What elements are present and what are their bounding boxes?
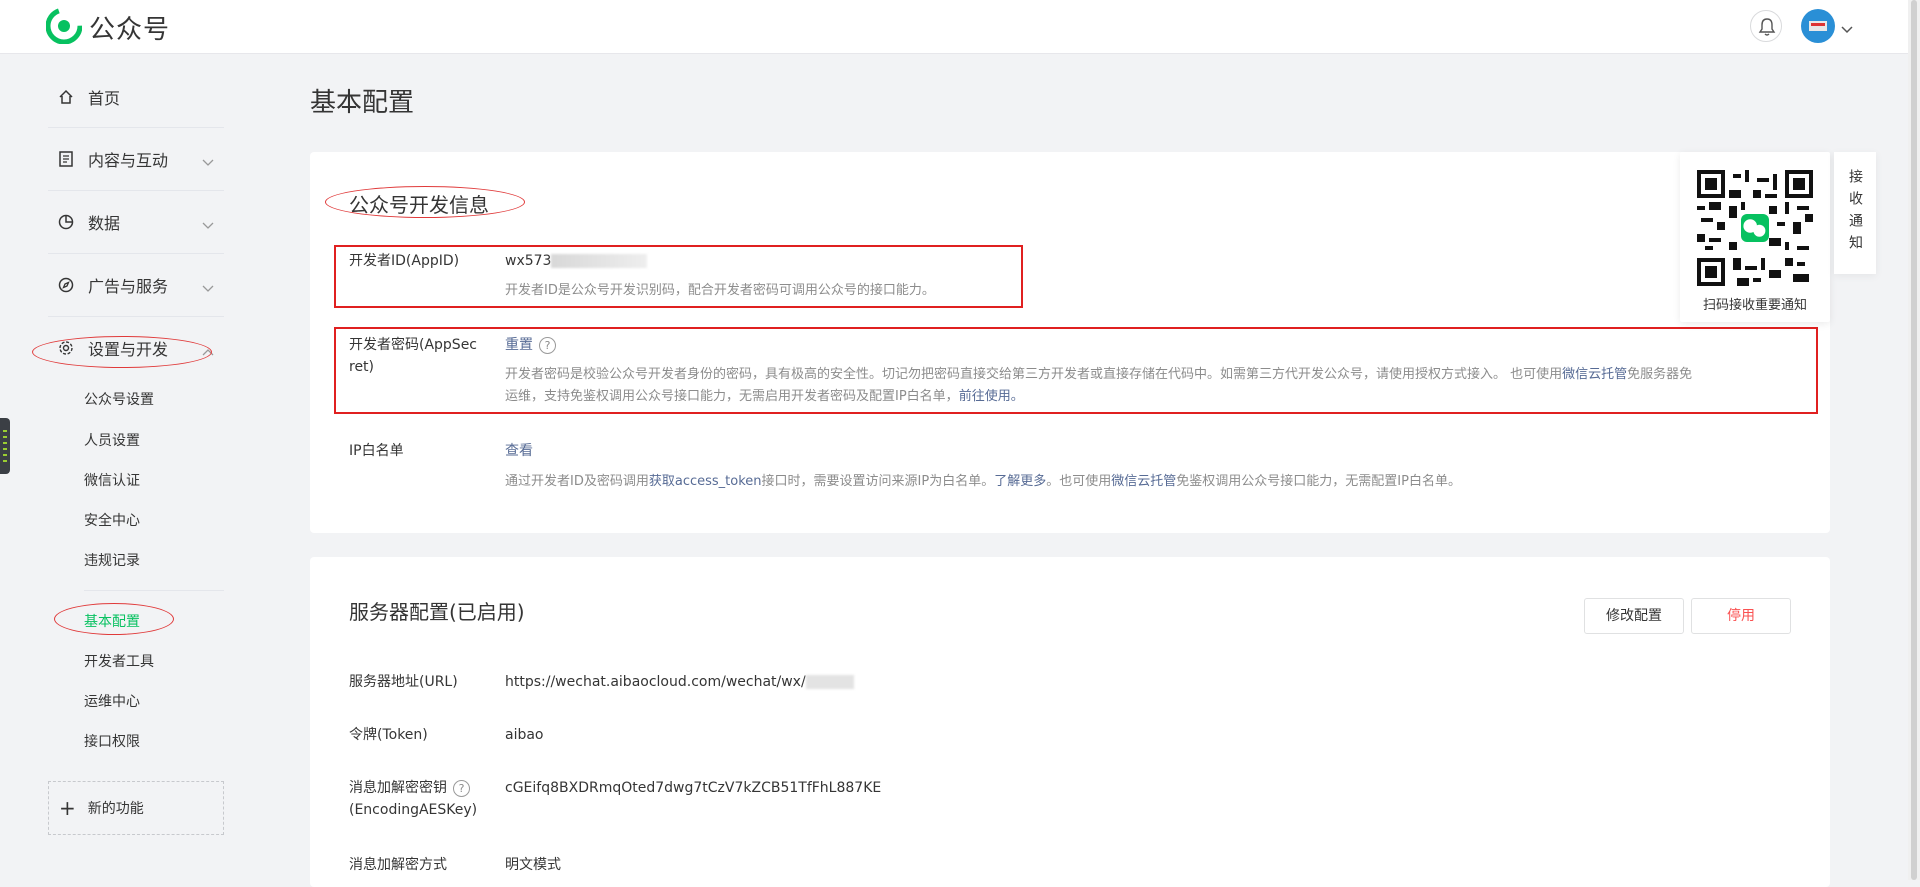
nav-item-label: 数据 — [88, 214, 121, 233]
divider — [84, 590, 224, 591]
plus-icon: + — [59, 796, 76, 820]
qr-notify-panel: 扫码接收重要通知 — [1680, 152, 1830, 322]
token-label: 令牌(Token) — [349, 727, 428, 743]
redacted-text — [551, 254, 648, 268]
secret-desc-text: 免服务器免 — [1627, 367, 1693, 382]
ip-desc-text: 。也可使用 — [1046, 474, 1112, 489]
chevron-down-icon — [202, 278, 214, 297]
sub-item-api-permissions[interactable]: 接口权限 — [84, 731, 140, 751]
learn-more-link[interactable]: 了解更多 — [994, 474, 1046, 489]
secret-desc-text: 开发者密码是校验公众号开发者身份的密码，具有极高的安全性。切记勿把密码直接交给第… — [505, 367, 1563, 382]
secret-label-line1: 开发者密码(AppSec — [349, 337, 478, 353]
sub-item-wechat-verification[interactable]: 微信认证 — [84, 470, 140, 490]
qr-caption: 扫码接收重要通知 — [1702, 298, 1807, 313]
token-value: aibao — [505, 727, 544, 743]
sidebar: 首页 内容与互动 数据 广告与服务 设置与开发 公众号设置 人员设置 微信认证 … — [0, 54, 260, 880]
view-ip-whitelist-link[interactable]: 查看 — [505, 440, 533, 462]
annotation-ellipse — [32, 336, 212, 368]
notification-bell-icon[interactable] — [1750, 10, 1782, 42]
compass-icon — [56, 275, 76, 295]
nav-item-data[interactable]: 数据 — [48, 191, 224, 253]
nav-item-content[interactable]: 内容与互动 — [48, 128, 224, 190]
new-features-label: 新的功能 — [87, 801, 144, 817]
ip-whitelist-label: IP白名单 — [349, 443, 404, 459]
ip-desc-text: 接口时，需要设置访问来源IP为白名单。 — [761, 474, 995, 489]
annotation-ellipse — [54, 603, 174, 635]
qr-code-image — [1697, 170, 1813, 286]
go-use-link[interactable]: 前往使用。 — [959, 389, 1024, 404]
secret-desc: 开发者密码是校验公众号开发者身份的密码，具有极高的安全性。切记勿把密码直接交给第… — [505, 364, 1795, 408]
receive-notification-tab[interactable]: 接收通知 — [1834, 152, 1876, 274]
aes-key-label: 消息加解密密钥? (EncodingAESKey) — [349, 777, 477, 821]
nav-item-ads-services[interactable]: 广告与服务 — [48, 254, 224, 316]
pie-chart-icon — [56, 212, 76, 232]
encryption-mode-value: 明文模式 — [505, 857, 561, 873]
modify-config-button[interactable]: 修改配置 — [1584, 598, 1684, 634]
encryption-mode-label: 消息加解密方式 — [349, 857, 447, 873]
server-config-title: 服务器配置(已启用) — [349, 600, 525, 624]
annotation-ellipse — [325, 186, 525, 218]
appid-value-text: wx573 — [505, 253, 552, 269]
top-bar: 公众号 — [0, 0, 1920, 54]
page-scrollbar-thumb[interactable] — [1911, 0, 1917, 880]
help-question-icon[interactable]: ? — [453, 779, 470, 797]
aes-label-line1: 消息加解密密钥 — [349, 780, 447, 796]
ip-desc-text: 通过开发者ID及密码调用 — [505, 474, 649, 489]
appid-label: 开发者ID(AppID) — [349, 253, 460, 269]
aes-label-line2: (EncodingAESKey) — [349, 802, 478, 818]
appid-value: wx573 — [505, 250, 648, 272]
access-token-link[interactable]: 获取access_token — [649, 474, 762, 489]
chevron-down-icon — [202, 152, 214, 171]
sub-item-developer-tools[interactable]: 开发者工具 — [84, 651, 154, 671]
nav-item-label: 内容与互动 — [88, 151, 169, 170]
server-url-label: 服务器地址(URL) — [349, 674, 458, 690]
home-icon — [56, 87, 76, 107]
sub-item-security-center[interactable]: 安全中心 — [84, 510, 140, 530]
side-tab-label: 接收通知 — [1847, 169, 1863, 257]
secret-label-line2: ret) — [349, 359, 375, 375]
secret-actions: 重置? — [505, 334, 556, 356]
nav-item-label: 广告与服务 — [88, 277, 169, 296]
ip-desc-text: 免鉴权调用公众号接口能力，无需配置IP白名单。 — [1176, 474, 1461, 489]
nav-item-home[interactable]: 首页 — [48, 66, 224, 128]
chevron-down-icon — [202, 215, 214, 234]
server-url-text: https://wechat.aibaocloud.com/wechat/wx/ — [505, 674, 806, 690]
server-url-value: https://wechat.aibaocloud.com/wechat/wx/ — [505, 671, 854, 693]
document-icon — [56, 149, 76, 169]
appid-desc: 开发者ID是公众号开发识别码，配合开发者密码可调用公众号的接口能力。 — [505, 283, 935, 298]
user-avatar[interactable] — [1801, 9, 1835, 43]
disable-button[interactable]: 停用 — [1691, 598, 1791, 634]
ip-whitelist-desc: 通过开发者ID及密码调用获取access_token接口时，需要设置访问来源IP… — [505, 471, 1461, 493]
brand-name[interactable]: 公众号 — [89, 9, 170, 46]
new-features-button[interactable]: + 新的功能 — [48, 781, 224, 835]
sub-item-ops-center[interactable]: 运维中心 — [84, 691, 140, 711]
help-question-icon[interactable]: ? — [539, 336, 556, 354]
aes-key-value: cGEifq8BXDRmqOted7dwg7tCzV7kZCB51TfFhL88… — [505, 780, 882, 796]
secret-label: 开发者密码(AppSec ret) — [349, 334, 477, 378]
redacted-text — [805, 675, 854, 689]
sub-item-account-settings[interactable]: 公众号设置 — [84, 389, 154, 409]
floating-side-handle[interactable] — [0, 418, 10, 474]
reset-secret-link[interactable]: 重置 — [505, 337, 533, 353]
sub-item-staff-settings[interactable]: 人员设置 — [84, 430, 140, 450]
nav-item-label: 首页 — [88, 89, 121, 108]
account-chevron-down-icon[interactable] — [1841, 19, 1853, 38]
wechat-official-account-logo[interactable] — [45, 7, 83, 45]
sub-item-violation-records[interactable]: 违规记录 — [84, 550, 140, 570]
page-title: 基本配置 — [310, 88, 415, 118]
wechat-cloud-hosting-link[interactable]: 微信云托管 — [1562, 367, 1627, 382]
wechat-cloud-hosting-link[interactable]: 微信云托管 — [1111, 474, 1176, 489]
secret-desc-text: 运维，支持免鉴权调用公众号接口能力，无需启用开发者密码及配置IP白名单， — [505, 389, 959, 404]
